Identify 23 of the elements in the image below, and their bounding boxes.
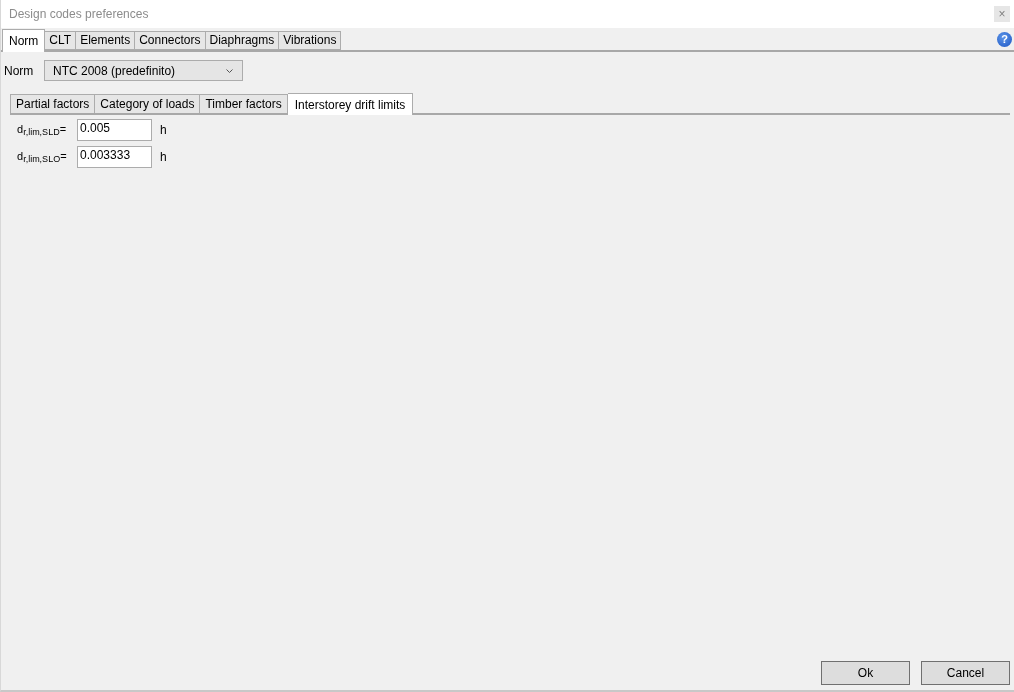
unit-label: h	[160, 123, 167, 137]
cancel-button[interactable]: Cancel	[921, 661, 1010, 685]
tab[interactable]: Timber factors	[200, 94, 288, 113]
tab[interactable]: Category of loads	[95, 94, 201, 113]
norm-label: Norm	[4, 63, 35, 78]
tab[interactable]: Connectors	[135, 31, 206, 50]
tab[interactable]: Elements	[76, 31, 136, 50]
tab[interactable]: Partial factors	[10, 94, 96, 113]
field-label: d$_{r,lim,SLD}$=	[17, 123, 68, 137]
tab[interactable]: Diaphragms	[205, 31, 280, 50]
tab[interactable]: Norm	[2, 29, 46, 52]
unit-label: h	[160, 150, 167, 164]
chevron-icon	[226, 68, 233, 73]
field-label: d$_{r,lim,SLO}$=	[17, 150, 68, 164]
input-field[interactable]: 0.005	[77, 119, 152, 141]
tab[interactable]: CLT	[45, 31, 77, 50]
tab[interactable]: Interstorey drift limits	[287, 93, 414, 115]
ok-button[interactable]: Ok	[821, 661, 910, 685]
input-field[interactable]: 0.003333	[77, 146, 152, 168]
window-title: Design codes preferences	[9, 7, 149, 21]
tab[interactable]: Vibrations	[279, 31, 342, 50]
help-button[interactable]: ?	[997, 32, 1012, 47]
norm-dropdown[interactable]: NTC 2008 (predefinito)	[44, 60, 243, 81]
